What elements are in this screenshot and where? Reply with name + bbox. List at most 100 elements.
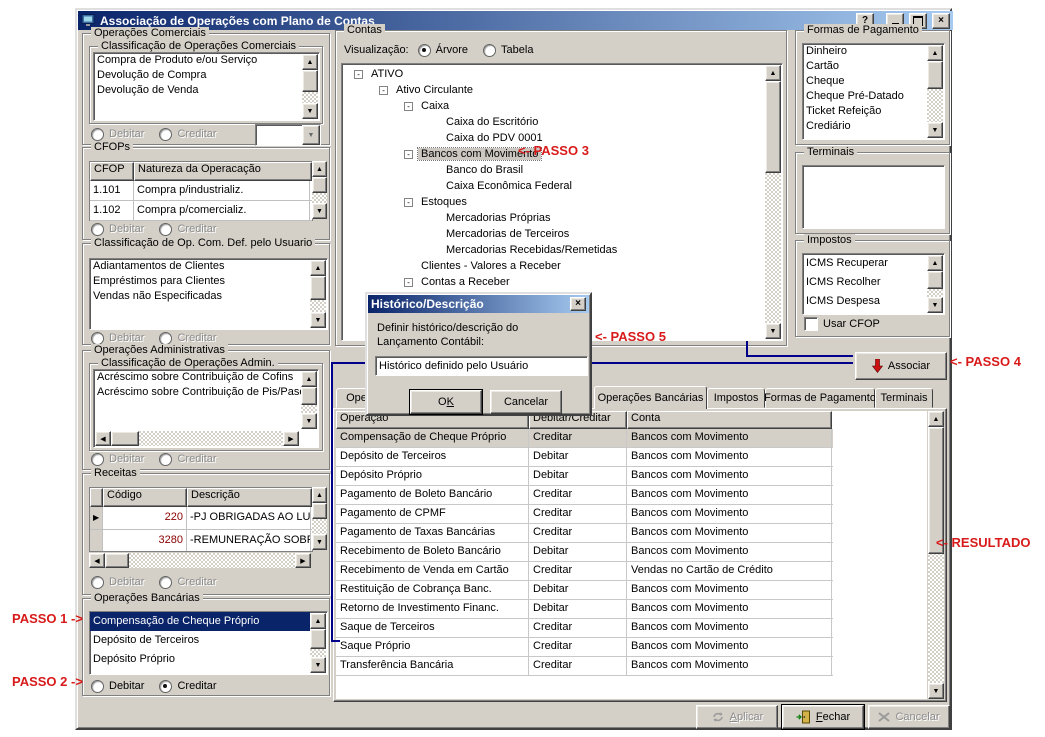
scroll-track[interactable]: [310, 629, 326, 657]
scroll-down-button[interactable]: ▼: [312, 203, 327, 219]
scroll-track[interactable]: [312, 177, 327, 203]
scroll-track[interactable]: [310, 276, 326, 312]
scroll-down-button[interactable]: ▼: [302, 103, 318, 119]
scroll-thumb[interactable]: [310, 629, 326, 649]
scroll-right-button[interactable]: ▶: [283, 431, 299, 446]
tree-expander-icon[interactable]: -: [354, 70, 363, 79]
scroll-thumb[interactable]: [111, 431, 139, 446]
scroll-up-button[interactable]: ▲: [312, 487, 327, 503]
scroll-up-button[interactable]: ▲: [310, 613, 326, 629]
horizontal-scrollbar[interactable]: ◀ ▶: [89, 553, 311, 568]
arvore-radio[interactable]: [418, 44, 431, 57]
association-row[interactable]: Depósito Próprio Debitar Bancos com Movi…: [336, 467, 833, 486]
scroll-down-button[interactable]: ▼: [310, 657, 326, 673]
tabela-radio[interactable]: [483, 44, 496, 57]
conta-col-header[interactable]: Conta: [627, 411, 832, 429]
list-item[interactable]: ICMS Despesa: [803, 292, 927, 311]
scroll-track[interactable]: [105, 553, 295, 568]
association-row[interactable]: Pagamento de CPMF Creditar Bancos com Mo…: [336, 505, 833, 524]
scroll-down-button[interactable]: ▼: [310, 312, 326, 328]
list-item[interactable]: Cheque: [803, 74, 927, 89]
tree-expander-icon[interactable]: -: [379, 86, 388, 95]
tree-node[interactable]: - Ativo Circulante: [342, 82, 764, 98]
scroll-track[interactable]: [111, 431, 283, 446]
horizontal-scrollbar[interactable]: ◀ ▶: [95, 431, 299, 446]
scroll-left-button[interactable]: ◀: [89, 553, 105, 568]
scroll-up-button[interactable]: ▲: [928, 411, 944, 427]
association-row[interactable]: Pagamento de Taxas Bancárias Creditar Ba…: [336, 524, 833, 543]
cfops-grid[interactable]: CFOP Natureza da Operacação 1.101 Compra…: [89, 161, 313, 221]
association-row[interactable]: Retorno de Investimento Financ. Debitar …: [336, 600, 833, 619]
scroll-track[interactable]: [927, 271, 943, 297]
descricao-col-header[interactable]: Descrição: [187, 488, 312, 507]
scroll-thumb[interactable]: [927, 271, 943, 289]
tab-operacoes-bancarias[interactable]: Operações Bancárias: [594, 386, 707, 409]
list-item[interactable]: Empréstimos para Clientes: [90, 274, 310, 289]
tree-node[interactable]: Caixa Econômica Federal: [342, 178, 764, 194]
tab-formas-pagamento[interactable]: Formas de Pagamento: [765, 388, 875, 408]
scroll-down-button[interactable]: ▼: [927, 122, 943, 138]
tab-terminais[interactable]: Terminais: [875, 388, 933, 408]
vertical-scrollbar[interactable]: ▲ ▼: [927, 255, 943, 313]
association-row[interactable]: Restituição de Cobrança Banc. Debitar Ba…: [336, 581, 833, 600]
association-row[interactable]: Transferência Bancária Creditar Bancos c…: [336, 657, 833, 676]
tree-node[interactable]: Caixa do Escritório: [342, 114, 764, 130]
tab-impostos[interactable]: Impostos: [707, 388, 765, 408]
scroll-thumb[interactable]: [310, 276, 326, 300]
list-item[interactable]: Adiantamentos de Clientes: [90, 259, 310, 274]
ok-button[interactable]: OK: [410, 390, 482, 414]
close-button[interactable]: ×: [932, 13, 950, 29]
tree-expander-icon[interactable]: -: [404, 150, 413, 159]
op-def-list[interactable]: Adiantamentos de ClientesEmpréstimos par…: [89, 258, 328, 330]
scroll-track[interactable]: [312, 503, 327, 534]
association-row[interactable]: Depósito de Terceiros Debitar Bancos com…: [336, 448, 833, 467]
debitar-radio[interactable]: [91, 680, 104, 693]
list-item[interactable]: Acréscimo sobre Contribuição de Pis/Pase…: [94, 385, 301, 400]
scroll-down-button[interactable]: ▼: [312, 534, 327, 550]
list-item[interactable]: Crediário: [803, 119, 927, 134]
scroll-track[interactable]: [301, 387, 317, 413]
list-item[interactable]: Cartão: [803, 59, 927, 74]
tree-node[interactable]: Mercadorias Próprias: [342, 210, 764, 226]
tree-node[interactable]: - Estoques: [342, 194, 764, 210]
vertical-scrollbar[interactable]: ▲ ▼: [765, 65, 781, 339]
tree-node[interactable]: Mercadorias de Terceiros: [342, 226, 764, 242]
op-comerciais-list[interactable]: Compra de Produto e/ou ServiçoDevolução …: [93, 52, 320, 121]
scroll-up-button[interactable]: ▲: [312, 161, 327, 177]
association-row[interactable]: Recebimento de Venda em Cartão Creditar …: [336, 562, 833, 581]
list-item[interactable]: Cheque Pré-Datado: [803, 89, 927, 104]
terminais-list[interactable]: [802, 165, 945, 229]
list-item[interactable]: ICMS Recolher: [803, 273, 927, 292]
cfop-row[interactable]: 1.102 Compra p/comercializ.: [90, 201, 312, 221]
scroll-up-button[interactable]: ▲: [310, 260, 326, 276]
list-item[interactable]: Devolução de Compra: [94, 68, 302, 83]
fechar-button[interactable]: Fechar: [782, 705, 864, 729]
vertical-scrollbar[interactable]: ▲ ▼: [310, 613, 326, 673]
historico-input[interactable]: [375, 356, 588, 376]
scroll-thumb[interactable]: [105, 553, 129, 568]
scroll-thumb[interactable]: [927, 61, 943, 89]
vertical-scrollbar[interactable]: ▲ ▼: [312, 161, 327, 219]
tree-node[interactable]: Clientes - Valores a Receber: [342, 258, 764, 274]
vertical-scrollbar[interactable]: ▲ ▼: [928, 411, 944, 699]
usar-cfop-checkbox[interactable]: [804, 317, 818, 331]
scroll-track[interactable]: [302, 70, 318, 103]
association-row[interactable]: Saque de Terceiros Creditar Bancos com M…: [336, 619, 833, 638]
scroll-track[interactable]: [928, 427, 944, 683]
vertical-scrollbar[interactable]: ▲ ▼: [301, 371, 317, 429]
scroll-down-button[interactable]: ▼: [765, 323, 781, 339]
association-row[interactable]: Pagamento de Boleto Bancário Creditar Ba…: [336, 486, 833, 505]
list-item[interactable]: Compra de Produto e/ou Serviço: [94, 53, 302, 68]
cfop-row[interactable]: 1.101 Compra p/industrializ.: [90, 181, 312, 201]
scroll-left-button[interactable]: ◀: [95, 431, 111, 446]
associar-button[interactable]: Associar: [855, 352, 947, 380]
tree-expander-icon[interactable]: -: [404, 102, 413, 111]
receita-row[interactable]: 3280 -REMUNERAÇÃO SOBRE SER: [90, 530, 312, 552]
tree-expander-icon[interactable]: -: [404, 198, 413, 207]
scroll-thumb[interactable]: [765, 81, 781, 173]
tree-expander-icon[interactable]: -: [404, 278, 413, 287]
receitas-grid[interactable]: Código Descrição ▶ 220 -PJ OBRIGADAS AO …: [89, 487, 313, 552]
scroll-up-button[interactable]: ▲: [301, 371, 317, 387]
list-item[interactable]: Vendas não Especificadas: [90, 289, 310, 304]
scroll-up-button[interactable]: ▲: [302, 54, 318, 70]
